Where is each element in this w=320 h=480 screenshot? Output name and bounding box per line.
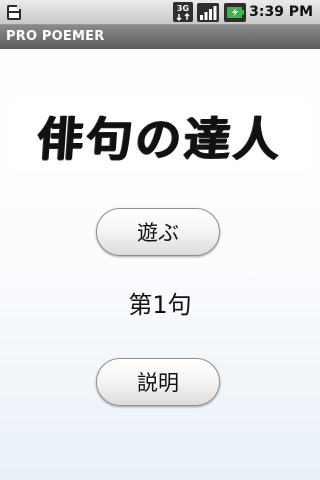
app-title: PRO POEMER <box>6 29 105 44</box>
round-label: 第1句 <box>128 291 192 319</box>
battery-charging-icon <box>224 3 246 22</box>
signal-strength-icon <box>197 3 219 22</box>
status-bar: 3G 3:39 PM <box>0 0 320 25</box>
help-button[interactable]: 説明 <box>96 358 220 406</box>
app-logo: 俳句の達人 <box>10 100 310 172</box>
sd-card-icon <box>7 5 21 20</box>
3g-data-icon: 3G <box>173 2 193 22</box>
status-time: 3:39 PM <box>249 4 313 20</box>
play-button[interactable]: 遊ぶ <box>96 208 220 256</box>
logo-text: 俳句の達人 <box>35 112 285 166</box>
app-title-bar: PRO POEMER <box>0 25 320 49</box>
app-screen: 3G 3:39 PM PRO POEMER 俳句の達人 遊ぶ 第1句 説明 <box>0 0 320 480</box>
network-type-label: 3G <box>177 4 189 13</box>
